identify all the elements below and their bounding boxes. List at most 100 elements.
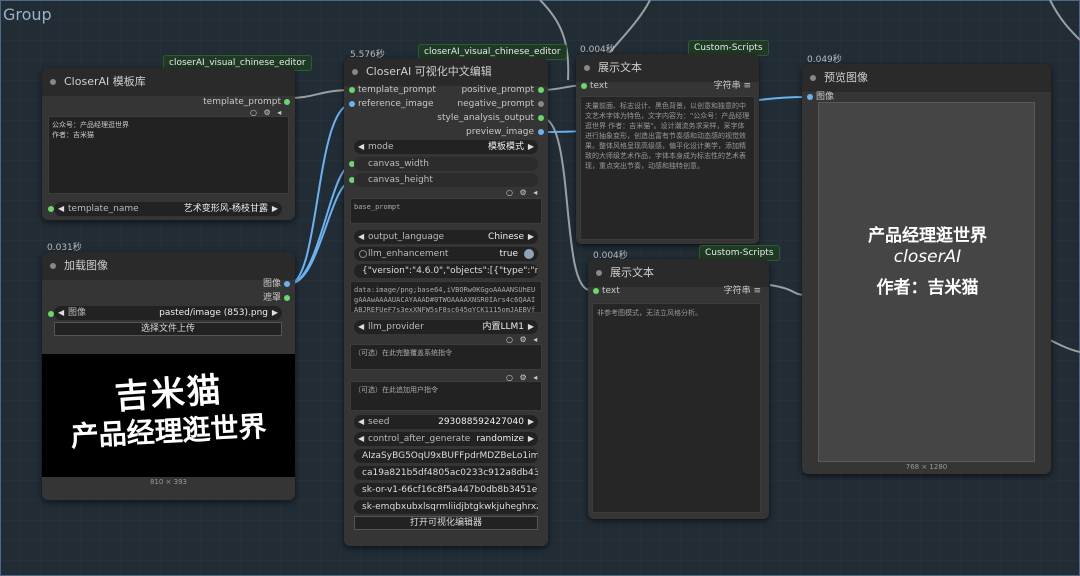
image-file-value: pasted/image (853).png — [159, 308, 268, 318]
control-label: control_after_generate — [368, 434, 471, 444]
template-output-row: template_prompt — [203, 95, 281, 109]
load-image-node[interactable]: 加载图像 图像 遮罩 ◀ 图像 pasted/image (853).png ▶… — [42, 252, 295, 500]
canvas-height-label: canvas_height — [368, 175, 433, 185]
collapse-dot-icon[interactable] — [352, 69, 358, 75]
preview-header[interactable]: 预览图像 — [802, 64, 1051, 92]
show-text-node-2[interactable]: 展示文本 text 字符串 ≡ 非参考图模式，无法立风格分析。 — [588, 259, 769, 519]
llm-provider-label: llm_provider — [368, 322, 424, 332]
preview-text-3: 作者：吉米猫 — [876, 278, 979, 298]
input-template-label: template_prompt — [358, 85, 436, 95]
show-text-2-input-slot[interactable] — [593, 288, 599, 294]
system-prompt-area[interactable]: （可选）在此完整覆盖系统指令 — [350, 344, 542, 370]
collapse-dot-icon[interactable] — [596, 270, 602, 276]
preview-image: 产品经理逛世界 closerAI 作者：吉米猫 — [818, 102, 1035, 462]
right-arrow-icon[interactable]: ▶ — [272, 306, 278, 320]
preview-input-slot[interactable] — [807, 94, 813, 100]
control-after-generate-select[interactable]: ◀ control_after_generate randomize ▶ — [354, 432, 538, 446]
image-file-select[interactable]: ◀ 图像 pasted/image (853).png ▶ — [54, 306, 282, 320]
canvas-height-field[interactable]: canvas_height — [354, 173, 538, 187]
graph-canvas[interactable]: Group closerAI_visual_chinese_editor Clo… — [0, 0, 1080, 576]
show-text-1-title: 展示文本 — [598, 61, 642, 74]
llm-provider-select[interactable]: ◀ llm_provider 内置LLM1 ▶ — [354, 320, 538, 334]
list-icon[interactable]: ≡ — [753, 286, 761, 296]
image-file-label: 图像 — [68, 308, 87, 318]
output-language-select[interactable]: ◀ output_language Chinese ▶ — [354, 230, 538, 244]
api-key-field-1[interactable]: AIzaSyBG5OqU9xBUFFpdrMDZBeLo1im... — [354, 449, 538, 463]
llm-enhancement-value: true — [499, 249, 518, 259]
loaded-image: 吉米猫 产品经理逛世界 — [42, 354, 295, 477]
right-arrow-icon[interactable]: ▶ — [528, 140, 534, 154]
upload-button[interactable]: 选择文件上传 — [54, 322, 282, 336]
output-negative-slot[interactable] — [538, 101, 544, 107]
right-arrow-icon[interactable]: ▶ — [528, 415, 534, 429]
collapse-dot-icon[interactable] — [50, 263, 56, 269]
show-text-2-type: 字符串 ≡ — [724, 284, 761, 298]
show-text-node-1[interactable]: 展示文本 text 字符串 ≡ 夫量前面、标志设计、黑色背景，以创意和独意的中文… — [576, 54, 759, 244]
api-key-field-3[interactable]: sk-or-v1-66cf16c8f5a447b0db8b3451e67 ... — [354, 483, 538, 497]
show-text-1-type-label: 字符串 — [713, 81, 741, 91]
left-arrow-icon[interactable]: ◀ — [358, 320, 364, 334]
seed-field[interactable]: ◀ seed 293088592427040 ▶ — [354, 415, 538, 429]
preview-image-node[interactable]: 预览图像 图像 产品经理逛世界 closerAI 作者：吉米猫 768 × 12… — [802, 64, 1051, 474]
right-arrow-icon[interactable]: ▶ — [272, 202, 278, 216]
right-arrow-icon[interactable]: ▶ — [528, 230, 534, 244]
output-positive-label: positive_prompt — [461, 85, 534, 95]
template-name-select[interactable]: ◀ template_name 艺术变形风-杨枝甘露 ▶ — [54, 202, 282, 216]
template-text-area[interactable]: 公众号：产品经理逛世界 作者：吉米猫 — [48, 116, 289, 194]
template-node-header[interactable]: CloserAI 模板库 — [42, 68, 295, 96]
output-language-label: output_language — [368, 232, 445, 242]
show-text-1-input-label: text — [590, 81, 608, 91]
api-key-field-2[interactable]: ca19a821b5df4805ac0233c912a8db43.K... — [354, 466, 538, 480]
editor-header[interactable]: CloserAI 可视化中文编辑 — [344, 58, 548, 86]
base64-area[interactable]: data:image/png;base64,iVBORw0KGgoAAAANSU… — [350, 281, 542, 313]
collapse-dot-icon[interactable] — [50, 79, 56, 85]
input-template-slot[interactable] — [349, 87, 355, 93]
right-arrow-icon[interactable]: ▶ — [528, 432, 534, 446]
right-arrow-icon[interactable]: ▶ — [528, 320, 534, 334]
template-library-node[interactable]: CloserAI 模板库 template_prompt ○ ⚙ ◂ 公众号：产… — [42, 68, 295, 220]
image-output-slot[interactable] — [284, 281, 290, 287]
show-text-1-header[interactable]: 展示文本 — [576, 54, 759, 82]
load-image-header[interactable]: 加载图像 — [42, 252, 295, 280]
widget-icons[interactable]: ○ ⚙ ◂ — [506, 188, 539, 197]
toggle-on-icon[interactable] — [524, 249, 534, 259]
output-preview-slot[interactable] — [538, 129, 544, 135]
preview-title: 预览图像 — [824, 71, 868, 84]
left-arrow-icon[interactable]: ◀ — [358, 230, 364, 244]
mask-output-slot[interactable] — [284, 295, 290, 301]
widget-icons[interactable]: ○ ⚙ ◂ — [506, 335, 539, 344]
template-output-slot[interactable] — [284, 99, 290, 105]
output-positive-slot[interactable] — [538, 87, 544, 93]
mode-label: mode — [368, 142, 394, 152]
control-value: randomize — [476, 434, 524, 444]
left-arrow-icon[interactable]: ◀ — [58, 306, 64, 320]
load-image-title: 加载图像 — [64, 259, 108, 272]
output-style-slot[interactable] — [538, 115, 544, 121]
left-arrow-icon[interactable]: ◀ — [358, 415, 364, 429]
left-arrow-icon[interactable]: ◀ — [58, 202, 64, 216]
visual-editor-node[interactable]: CloserAI 可视化中文编辑 template_prompt referen… — [344, 58, 548, 546]
preview-text-2: closerAI — [893, 247, 962, 267]
llm-enhancement-toggle[interactable]: llm_enhancement true — [354, 247, 538, 261]
base-prompt-area[interactable]: base_prompt — [350, 198, 542, 224]
left-arrow-icon[interactable]: ◀ — [358, 432, 364, 446]
input-reference-label: reference_image — [358, 99, 434, 109]
list-icon[interactable]: ≡ — [743, 81, 751, 91]
canvas-width-field[interactable]: canvas_width — [354, 157, 538, 171]
input-reference-slot[interactable] — [349, 101, 355, 107]
collapse-dot-icon[interactable] — [810, 75, 816, 81]
api-key-field-4[interactable]: sk-emqbxubxlsqrmliidjbtgkwkjuheghrxzkw .… — [354, 500, 538, 514]
collapse-dot-icon[interactable] — [584, 65, 590, 71]
toggle-dot-icon — [359, 250, 367, 258]
seed-label: seed — [368, 417, 390, 427]
show-text-1-input-slot[interactable] — [581, 83, 587, 89]
mode-select[interactable]: ◀ mode 模板模式 ▶ — [354, 140, 538, 154]
left-arrow-icon[interactable]: ◀ — [358, 140, 364, 154]
mask-output-label: 遮罩 — [262, 293, 281, 303]
user-prompt-area[interactable]: （可选）在此追加用户指令 — [350, 381, 542, 411]
json-field[interactable]: {"version":"4.6.0","objects":[{"type":"r… — [354, 264, 538, 278]
open-visual-editor-button[interactable]: 打开可视化编辑器 — [354, 516, 538, 530]
show-text-2-header[interactable]: 展示文本 — [588, 259, 769, 287]
output-negative-label: negative_prompt — [457, 99, 534, 109]
llm-enhancement-label: llm_enhancement — [368, 249, 449, 259]
